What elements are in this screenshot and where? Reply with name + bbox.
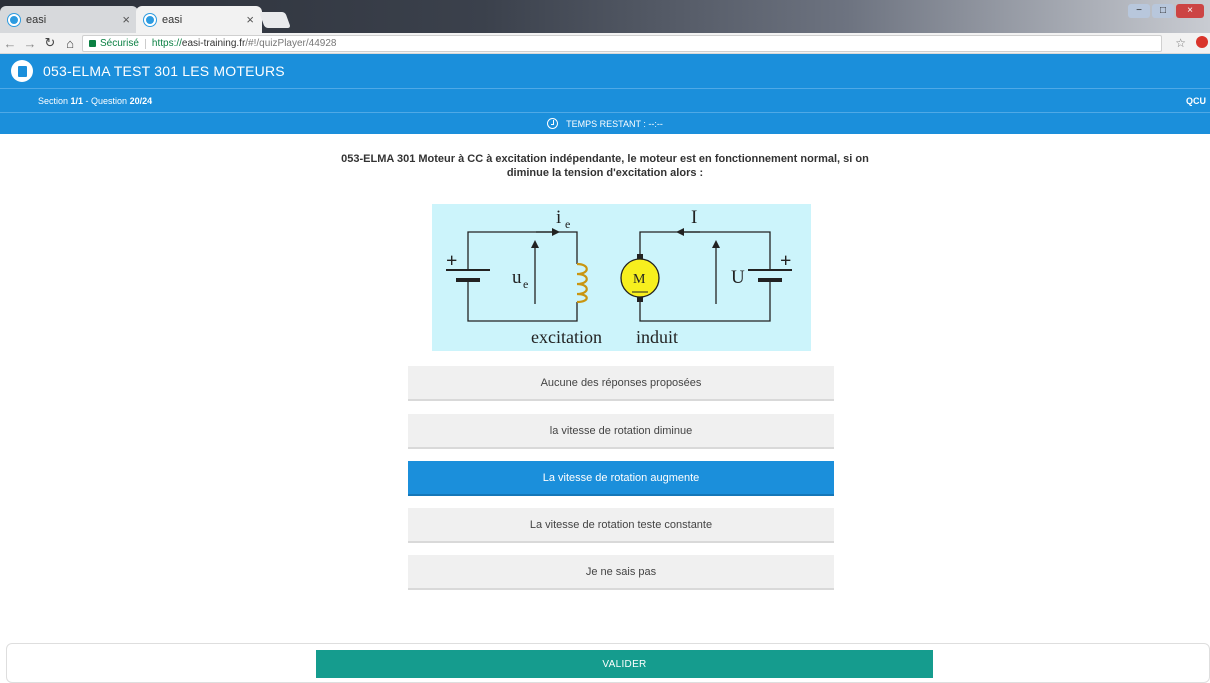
close-window-button[interactable]: × — [1176, 4, 1204, 18]
circuit-diagram: i e u e I U M excitation induit + + — [432, 204, 811, 351]
voltage-ue-label: u — [512, 267, 522, 288]
url-path: /#!/quizPlayer/44928 — [245, 38, 337, 49]
home-icon[interactable]: ⌂ — [60, 36, 80, 51]
window-controls: − □ × — [1128, 4, 1204, 18]
timer-label: TEMPS RESTANT : --:-- — [566, 118, 663, 129]
bookmark-star-icon[interactable]: ☆ — [1175, 36, 1186, 50]
url-host: easi-training.fr — [181, 38, 246, 49]
forward-arrow-icon[interactable]: → — [20, 36, 40, 51]
easi-favicon-icon — [144, 13, 156, 26]
answer-option[interactable]: Aucune des réponses proposées — [408, 366, 834, 401]
plus-left-label: + — [446, 250, 457, 272]
quiz-document-icon — [11, 60, 33, 82]
question-type-badge: QCU — [1186, 95, 1206, 106]
close-tab-icon[interactable]: × — [122, 12, 130, 27]
new-tab-button[interactable] — [259, 12, 291, 28]
url-scheme: https:// — [151, 38, 182, 49]
answer-option-selected[interactable]: La vitesse de rotation augmente — [408, 461, 834, 496]
plus-right-label: + — [780, 250, 791, 272]
question-text: 053-ELMA 301 Moteur à CC à excitation in… — [341, 153, 869, 179]
secure-label: Sécurisé — [100, 38, 139, 49]
browser-tab[interactable]: easi × — [0, 6, 138, 33]
browser-toolbar: ← → ↻ ⌂ Sécurisé https://easi-training.f… — [0, 33, 1210, 54]
quiz-title: 053-ELMA TEST 301 LES MOTEURS — [43, 63, 285, 79]
maximize-button[interactable]: □ — [1152, 4, 1174, 18]
tab-title: easi — [26, 13, 47, 26]
circuit-diagram-svg: i e u e I U M excitation induit + + — [446, 207, 792, 347]
easi-favicon-icon — [8, 13, 20, 26]
address-bar[interactable]: Sécurisé https://easi-training.fr/#!/qui… — [82, 35, 1162, 52]
extension-icon[interactable] — [1196, 36, 1208, 48]
tab-title: easi — [162, 13, 183, 26]
lock-icon — [89, 40, 96, 47]
app-header: 053-ELMA TEST 301 LES MOTEURS — [0, 54, 1210, 88]
close-tab-icon[interactable]: × — [246, 12, 254, 27]
validate-button[interactable]: VALIDER — [316, 650, 933, 678]
motor-M-label: M — [633, 272, 646, 287]
back-arrow-icon[interactable]: ← — [0, 36, 20, 51]
voltage-ue-subscript: e — [523, 277, 528, 291]
answer-option[interactable]: la vitesse de rotation diminue — [408, 414, 834, 449]
timer-bar: TEMPS RESTANT : --:-- — [0, 112, 1210, 134]
reload-icon[interactable]: ↻ — [40, 35, 60, 51]
induit-caption: induit — [636, 327, 678, 347]
divider — [144, 38, 146, 49]
current-ie-subscript: e — [565, 217, 570, 231]
excitation-caption: excitation — [531, 327, 602, 347]
browser-tab-bar: easi × easi × − □ × — [0, 0, 1210, 33]
clock-icon — [547, 118, 559, 129]
question-progress: Section 1/1 - Question 20/24 — [38, 95, 153, 106]
answer-option[interactable]: La vitesse de rotation teste constante — [408, 508, 834, 543]
current-ie-label: i — [556, 207, 561, 228]
minimize-button[interactable]: − — [1128, 4, 1150, 18]
progress-bar: Section 1/1 - Question 20/24 QCU — [0, 88, 1210, 112]
current-I-label: I — [691, 207, 697, 228]
voltage-U-label: U — [731, 267, 745, 288]
browser-tab-active[interactable]: easi × — [136, 6, 262, 33]
answer-option[interactable]: Je ne sais pas — [408, 555, 834, 590]
url-text: https://easi-training.fr/#!/quizPlayer/4… — [152, 38, 337, 49]
